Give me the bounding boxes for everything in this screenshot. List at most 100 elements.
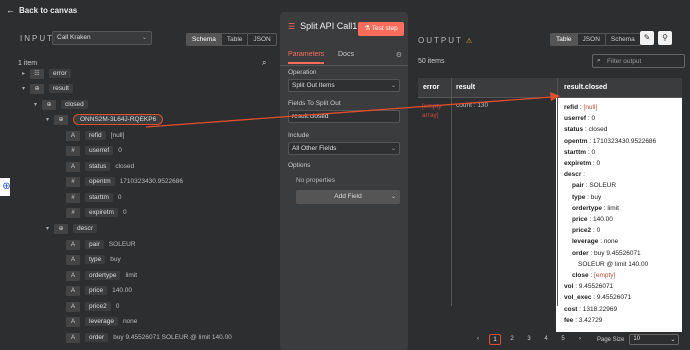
tree-key[interactable]: type	[85, 255, 106, 264]
tree-key[interactable]: closed	[61, 100, 88, 109]
tree-item-closed[interactable]: ▾ ⊕ closed	[34, 98, 88, 111]
fields-to-split-value: result.closed	[292, 113, 329, 120]
page-5[interactable]: 5	[557, 334, 569, 345]
tree-key[interactable]: userref	[85, 146, 114, 155]
tree-key[interactable]: leverage	[85, 317, 118, 326]
tab-json[interactable]: JSON	[578, 34, 606, 45]
field-key: vol_exec	[564, 294, 592, 302]
tree-item-leverage: Aleverage none	[58, 315, 137, 328]
tab-schema[interactable]: Schema	[606, 34, 640, 45]
table-left-columns	[418, 98, 556, 332]
field-value: 3.42729	[578, 316, 603, 324]
tree-value: limit	[125, 272, 138, 279]
field-value: 0	[591, 115, 596, 123]
tree-item-onns2m-3l64j-rqekp6[interactable]: ▾ ⊕ ONNS2M-3L64J-RQEKP6	[46, 113, 164, 126]
chevron-left-icon[interactable]: ‹	[472, 334, 484, 345]
search-icon[interactable]: ⌕	[262, 58, 266, 68]
caret-icon[interactable]: ▾	[46, 225, 54, 232]
tree-item-type: Atype buy	[58, 253, 121, 266]
tree-item-descr[interactable]: ▾ ⊕ descr	[46, 222, 97, 235]
tree-key[interactable]: ONNS2M-3L64J-RQEKP6	[73, 114, 164, 125]
field-value: SOLEUR @ limit 140.00	[578, 260, 649, 268]
tab-table[interactable]: Table	[551, 34, 578, 45]
options-label: Options	[288, 162, 311, 169]
tab-table[interactable]: Table	[222, 34, 249, 45]
test-step-button[interactable]: ⚗ Test step	[358, 22, 404, 36]
string-type-icon: A	[66, 301, 80, 312]
chevron-right-icon[interactable]: ›	[574, 334, 586, 345]
field-key: order	[572, 249, 589, 257]
tab-parameters[interactable]: Parameters	[288, 51, 325, 64]
page-size-select[interactable]: 10 ⌄	[629, 334, 680, 345]
field-value: buy	[590, 193, 602, 201]
tree-value: 1710323430.9522686	[119, 178, 183, 185]
closed-field-status: status : closed	[564, 126, 607, 133]
add-field-button[interactable]: Add Field ⌄	[296, 190, 400, 204]
string-type-icon: A	[66, 285, 80, 296]
tree-key[interactable]: error	[49, 69, 71, 78]
search-icon: ⌕	[597, 57, 601, 64]
split-node-icon: ☰	[288, 21, 296, 31]
field-value: 9.45526071	[596, 294, 632, 302]
output-title-text: OUTPUT	[418, 36, 463, 45]
field-key: userref	[564, 115, 587, 123]
tree-key[interactable]: order	[85, 333, 109, 342]
tree-key[interactable]: result	[49, 84, 73, 93]
table-header: error result result.closed	[418, 78, 682, 98]
include-label: Include	[288, 132, 309, 139]
tree-item-refid: Arefid [null]	[58, 129, 124, 142]
tree-item-opentm: # opentm 1710323430.9522686	[58, 175, 183, 188]
caret-icon[interactable]: ▾	[46, 116, 54, 123]
tree-key[interactable]: starttm	[85, 193, 113, 202]
filter-output-input[interactable]: ⌕ Filter output	[592, 54, 685, 68]
field-key: expiretm	[564, 160, 592, 167]
field-key: ordertype	[572, 204, 602, 212]
tab-json[interactable]: JSON	[248, 34, 275, 45]
input-node-select[interactable]: Call Kraken ⌄	[52, 31, 152, 45]
back-to-canvas-link[interactable]: ← Back to canvas	[6, 5, 77, 15]
include-select[interactable]: All Other Fields ⌄	[288, 142, 400, 155]
tree-key[interactable]: opentm	[85, 177, 115, 186]
tree-item-result[interactable]: ▾ ⊕ result	[22, 82, 73, 95]
operation-select[interactable]: Split Out Items ⌄	[288, 79, 400, 92]
caret-icon[interactable]: ▾	[22, 85, 30, 92]
tree-key[interactable]: ordertype	[85, 271, 121, 280]
tree-key[interactable]: status	[85, 162, 111, 171]
edit-icon[interactable]: ✎	[640, 31, 654, 45]
closed-field-fee: fee : 3.42729	[564, 317, 602, 324]
tab-schema[interactable]: Schema	[187, 34, 222, 45]
tree-key[interactable]: descr	[73, 224, 97, 233]
tree-key[interactable]: price2	[85, 302, 111, 311]
page-1[interactable]: 1	[489, 334, 501, 345]
tab-docs[interactable]: Docs	[338, 51, 354, 58]
object-type-icon: ⊕	[30, 83, 44, 94]
page-4[interactable]: 4	[540, 334, 552, 345]
page-2[interactable]: 2	[506, 334, 518, 345]
gear-icon[interactable]: ⚙	[396, 51, 402, 59]
string-type-icon: A	[66, 239, 80, 250]
caret-icon[interactable]: ▾	[34, 101, 42, 108]
no-properties-text: No properties	[296, 177, 336, 184]
object-type-icon: ⊕	[42, 99, 56, 110]
tree-key[interactable]: refid	[85, 131, 106, 140]
object-type-icon: ⊕	[54, 223, 68, 234]
pin-icon[interactable]: ⚲	[658, 31, 672, 45]
output-title: OUTPUT ⚠	[418, 36, 474, 45]
chevron-down-icon: ⌄	[390, 83, 396, 89]
string-type-icon: A	[66, 161, 80, 172]
tree-item-ordertype: Aordertype limit	[58, 269, 137, 282]
tree-value: 140.00	[112, 287, 132, 294]
tree-key[interactable]: pair	[85, 240, 104, 249]
closed-field-close: close : [empty]	[572, 272, 615, 279]
tree-item-error[interactable]: ▸ ☷ error	[22, 67, 71, 80]
field-value: 9.45526071	[578, 283, 614, 291]
fields-to-split-input[interactable]: result.closed	[288, 110, 400, 123]
separator: :	[581, 171, 585, 179]
caret-icon[interactable]: ▸	[22, 70, 30, 77]
tree-key[interactable]: expiretm	[85, 208, 118, 217]
tree-key[interactable]: price	[85, 286, 108, 295]
page-3[interactable]: 3	[523, 334, 535, 345]
input-panel: INPUT Call Kraken ⌄ Schema Table JSON 1 …	[10, 26, 277, 350]
tree-item-expiretm: # expiretm 0	[58, 206, 127, 219]
field-value: 0	[596, 160, 601, 167]
